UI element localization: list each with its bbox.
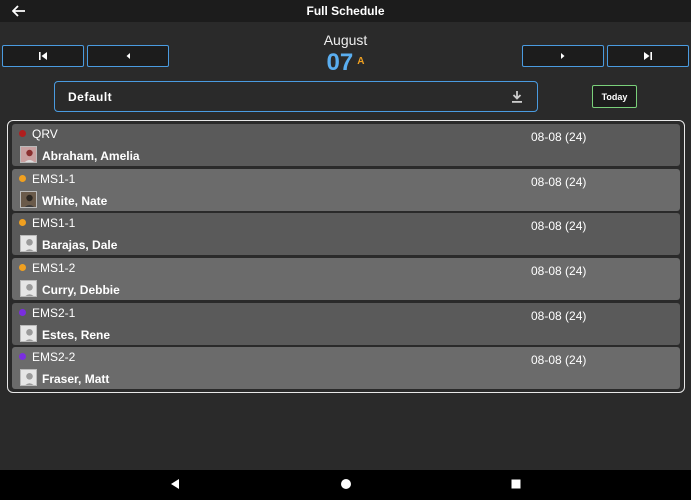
person-name: Curry, Debbie	[42, 283, 120, 298]
person-name: Fraser, Matt	[42, 372, 110, 387]
unit-color-dot	[19, 130, 26, 137]
person-name: Barajas, Dale	[42, 238, 118, 253]
unit-label: EMS1-2	[32, 261, 76, 276]
system-navigation-bar	[0, 470, 691, 500]
schedule-row[interactable]: EMS1-1 08-08 (24) Barajas, Dale	[12, 213, 680, 256]
schedule-row[interactable]: EMS1-2 08-08 (24) Curry, Debbie	[12, 258, 680, 301]
download-icon[interactable]	[511, 90, 523, 104]
shift-date: 08-08 (24)	[531, 308, 587, 323]
today-button[interactable]: Today	[592, 85, 637, 108]
avatar	[20, 146, 37, 163]
day-number: 07	[326, 49, 354, 76]
unit-color-dot	[19, 174, 26, 182]
filter-selected-value: Default	[68, 89, 113, 104]
app-bar: Full Schedule	[0, 0, 691, 22]
shift-date: 08-08 (24)	[531, 174, 587, 189]
schedule-filter-dropdown[interactable]: Default	[54, 81, 538, 112]
triangle-back-icon[interactable]	[169, 478, 181, 490]
shift-date: 08-08 (24)	[531, 353, 587, 368]
shift-date: 08-08 (24)	[531, 130, 587, 144]
month-label: August	[323, 32, 368, 48]
person-name: Estes, Rene	[42, 327, 111, 342]
arrow-left-icon	[12, 5, 25, 17]
day-display: 07 A	[0, 49, 691, 77]
unit-label: EMS1-1	[32, 171, 76, 186]
schedule-row[interactable]: EMS1-1 08-08 (24) White, Nate	[12, 168, 680, 211]
schedule-row[interactable]: EMS2-2 08-08 (24) Fraser, Matt	[12, 347, 680, 390]
schedule-list: QRV 08-08 (24) Abraham, Amelia EMS1-1 08-08 …	[7, 120, 685, 393]
unit-label: QRV	[32, 127, 58, 141]
unit-label: EMS2-2	[32, 350, 76, 365]
page-title: Full Schedule	[306, 4, 385, 18]
person-name: White, Nate	[42, 193, 108, 208]
unit-label: EMS1-1	[32, 216, 76, 231]
shift-date: 08-08 (24)	[531, 219, 587, 234]
unit-color-dot	[19, 219, 26, 227]
shift-letter: A	[357, 56, 365, 67]
person-name: Abraham, Amelia	[42, 149, 140, 163]
avatar	[20, 190, 37, 208]
avatar	[20, 280, 37, 298]
unit-color-dot	[19, 308, 26, 316]
square-recents-icon[interactable]	[510, 478, 522, 490]
avatar	[20, 369, 37, 387]
schedule-row[interactable]: EMS2-1 08-08 (24) Estes, Rene	[12, 302, 680, 345]
back-button[interactable]	[10, 0, 28, 22]
circle-home-icon[interactable]	[340, 478, 352, 490]
avatar	[20, 324, 37, 342]
avatar	[20, 235, 37, 253]
schedule-row[interactable]: QRV 08-08 (24) Abraham, Amelia	[12, 124, 680, 166]
unit-color-dot	[19, 353, 26, 361]
unit-label: EMS2-1	[32, 305, 76, 320]
shift-date: 08-08 (24)	[531, 264, 587, 279]
unit-color-dot	[19, 264, 26, 272]
